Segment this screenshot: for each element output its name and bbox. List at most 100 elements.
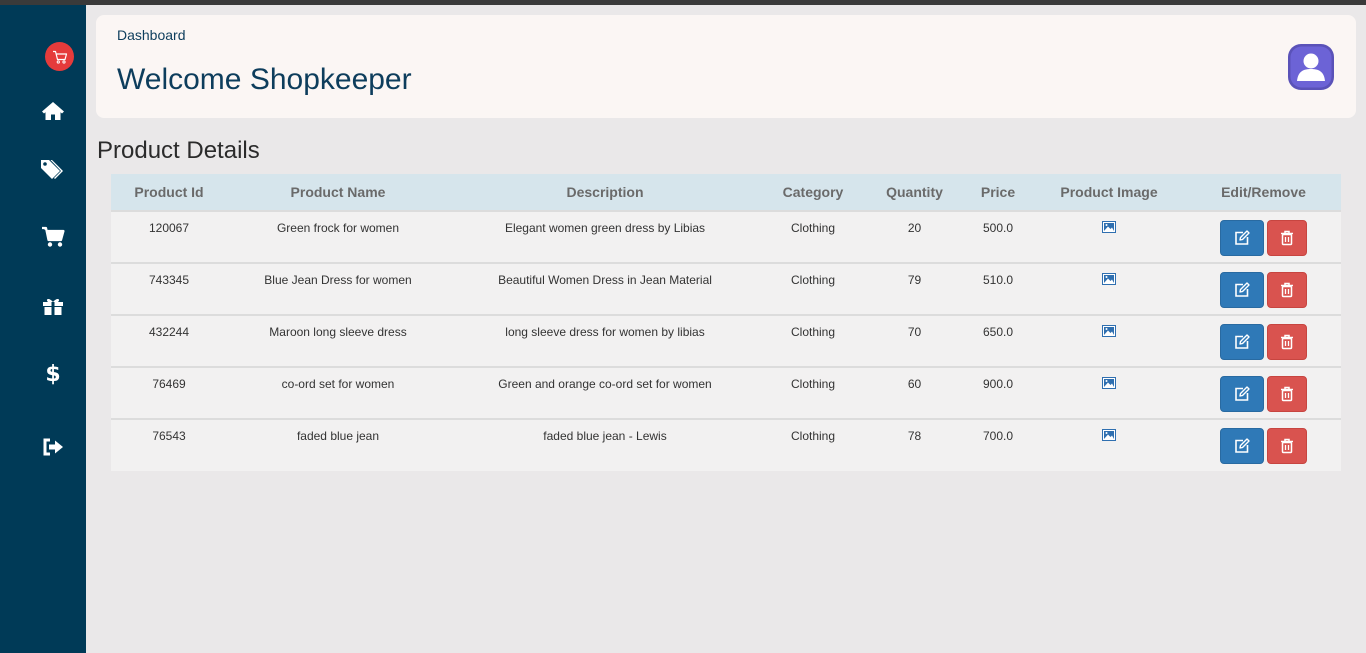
- delete-button[interactable]: [1267, 376, 1307, 412]
- breadcrumb[interactable]: Dashboard: [117, 27, 186, 43]
- edit-button[interactable]: [1220, 324, 1264, 360]
- cell-category: Clothing: [790, 429, 836, 443]
- col-header-price: Price: [980, 184, 1016, 200]
- cell-product-image: [1032, 367, 1186, 419]
- table-row: 120067 Green frock for women Elegant wom…: [111, 211, 1341, 263]
- table-row: 76469 co-ord set for women Green and ora…: [111, 367, 1341, 419]
- cell-actions: [1186, 211, 1341, 263]
- edit-button[interactable]: [1220, 220, 1264, 256]
- col-header-category: Category: [782, 184, 844, 200]
- cell-product-image: [1032, 419, 1186, 471]
- cell-product-name: co-ord set for women: [281, 377, 395, 391]
- table-row: 743345 Blue Jean Dress for women Beautif…: [111, 263, 1341, 315]
- logo: [45, 42, 74, 71]
- sidebar: $: [0, 5, 86, 653]
- cell-category: Clothing: [790, 273, 836, 287]
- sidebar-item-tags[interactable]: [40, 157, 66, 181]
- trash-icon: [1281, 386, 1293, 402]
- edit-icon: [1235, 438, 1250, 453]
- edit-icon: [1235, 334, 1250, 349]
- cell-product-id: 743345: [148, 273, 190, 287]
- delete-button[interactable]: [1267, 428, 1307, 464]
- tags-icon: [41, 160, 63, 179]
- trash-icon: [1281, 334, 1293, 350]
- user-avatar-icon: [1288, 44, 1334, 90]
- sidebar-item-cart[interactable]: [40, 225, 66, 249]
- cell-product-image: [1032, 211, 1186, 263]
- edit-button[interactable]: [1220, 428, 1264, 464]
- cell-category: Clothing: [790, 377, 836, 391]
- col-header-product-image: Product Image: [1060, 184, 1158, 200]
- dollar-icon: $: [45, 361, 61, 387]
- cell-description: long sleeve dress for women by libias: [505, 325, 705, 339]
- cell-product-id: 76469: [152, 377, 186, 391]
- image-icon[interactable]: [1102, 429, 1116, 441]
- col-header-product-name: Product Name: [290, 184, 386, 200]
- product-table: Product Id Product Name Description Cate…: [111, 174, 1341, 471]
- cell-quantity: 60: [907, 377, 922, 391]
- cell-actions: [1186, 367, 1341, 419]
- cell-product-name: Green frock for women: [276, 221, 400, 235]
- cell-price: 650.0: [982, 325, 1014, 339]
- cell-quantity: 79: [907, 273, 922, 287]
- cell-description: Green and orange co-ord set for women: [498, 377, 712, 391]
- sign-out-icon: [43, 438, 63, 456]
- cell-product-name: faded blue jean: [296, 429, 380, 443]
- cell-quantity: 70: [907, 325, 922, 339]
- sidebar-item-home[interactable]: [40, 99, 66, 123]
- edit-icon: [1235, 386, 1250, 401]
- cell-actions: [1186, 263, 1341, 315]
- page-header: Dashboard Welcome Shopkeeper: [96, 15, 1356, 118]
- cell-actions: [1186, 419, 1341, 471]
- cell-description: Elegant women green dress by Libias: [504, 221, 706, 235]
- sidebar-item-logout[interactable]: [40, 435, 66, 459]
- image-icon[interactable]: [1102, 377, 1116, 389]
- sidebar-item-gift[interactable]: [40, 294, 66, 318]
- delete-button[interactable]: [1267, 272, 1307, 308]
- avatar[interactable]: [1288, 44, 1334, 90]
- page-title: Welcome Shopkeeper: [117, 63, 412, 96]
- cell-price: 510.0: [982, 273, 1014, 287]
- cell-product-image: [1032, 315, 1186, 367]
- cell-product-id: 76543: [152, 429, 186, 443]
- cell-category: Clothing: [790, 325, 836, 339]
- browser-top-strip: [0, 0, 1366, 5]
- cell-description: faded blue jean - Lewis: [543, 429, 667, 443]
- cell-price: 900.0: [982, 377, 1014, 391]
- cell-price: 500.0: [982, 221, 1014, 235]
- cell-product-id: 432244: [148, 325, 190, 339]
- cell-product-name: Maroon long sleeve dress: [269, 325, 407, 339]
- delete-button[interactable]: [1267, 324, 1307, 360]
- cart-icon: [52, 50, 67, 64]
- edit-button[interactable]: [1220, 376, 1264, 412]
- cell-quantity: 78: [907, 429, 922, 443]
- image-icon[interactable]: [1102, 325, 1116, 337]
- cell-price: 700.0: [982, 429, 1014, 443]
- delete-button[interactable]: [1267, 220, 1307, 256]
- edit-button[interactable]: [1220, 272, 1264, 308]
- edit-icon: [1235, 282, 1250, 297]
- image-icon[interactable]: [1102, 273, 1116, 285]
- home-icon: [42, 102, 64, 120]
- section-title: Product Details: [97, 137, 260, 164]
- cell-product-name: Blue Jean Dress for women: [264, 273, 412, 287]
- sidebar-item-dollar[interactable]: $: [40, 361, 66, 387]
- trash-icon: [1281, 438, 1293, 454]
- cell-description: Beautiful Women Dress in Jean Material: [498, 273, 712, 287]
- table-row: 432244 Maroon long sleeve dress long sle…: [111, 315, 1341, 367]
- cell-product-image: [1032, 263, 1186, 315]
- cell-product-id: 120067: [148, 221, 190, 235]
- table-header-row: Product Id Product Name Description Cate…: [111, 174, 1341, 211]
- gift-icon: [43, 298, 63, 315]
- trash-icon: [1281, 230, 1293, 246]
- edit-icon: [1235, 230, 1250, 245]
- cart-icon: [42, 226, 65, 247]
- cell-quantity: 20: [907, 221, 922, 235]
- col-header-edit-remove: Edit/Remove: [1221, 184, 1306, 200]
- cell-actions: [1186, 315, 1341, 367]
- image-icon[interactable]: [1102, 221, 1116, 233]
- trash-icon: [1281, 282, 1293, 298]
- col-header-quantity: Quantity: [886, 184, 943, 200]
- col-header-description: Description: [566, 184, 644, 200]
- cell-category: Clothing: [790, 221, 836, 235]
